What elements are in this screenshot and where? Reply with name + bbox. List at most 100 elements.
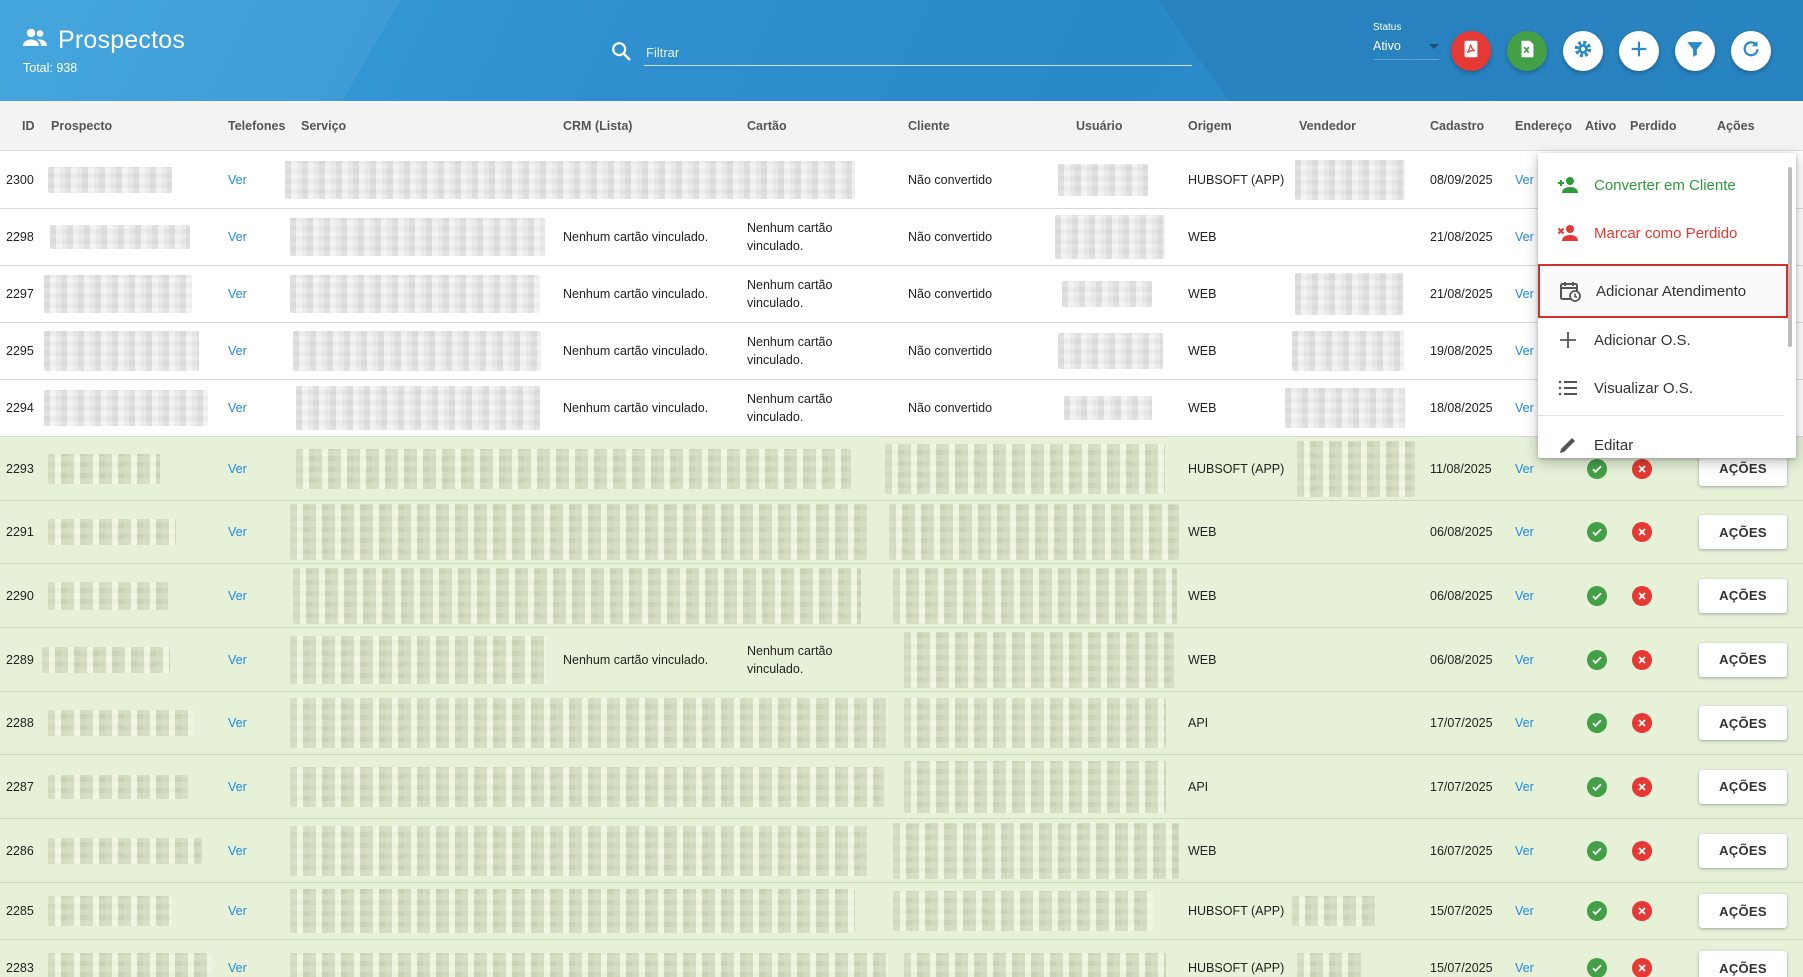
table-row[interactable]: 2295 Ver Nenhum cartão vinculado. Nenhum…: [0, 323, 1803, 380]
address-link[interactable]: Ver: [1515, 961, 1534, 975]
export-excel-button[interactable]: [1507, 31, 1547, 71]
actions-button[interactable]: AÇÕES: [1699, 833, 1787, 868]
add-button[interactable]: [1619, 31, 1659, 71]
phones-link[interactable]: Ver: [228, 230, 247, 244]
col-usuario[interactable]: Usuário: [1076, 119, 1123, 133]
table-row[interactable]: 2294 Ver Nenhum cartão vinculado. Nenhum…: [0, 380, 1803, 437]
table-row[interactable]: 2291 Ver WEB 06/08/2025 Ver AÇÕES: [0, 501, 1803, 564]
address-link[interactable]: Ver: [1515, 401, 1534, 415]
menu-item-add-os[interactable]: Adicionar O.S.: [1538, 316, 1784, 364]
col-cliente[interactable]: Cliente: [908, 119, 950, 133]
address-link[interactable]: Ver: [1515, 844, 1534, 858]
check-circle-icon[interactable]: [1587, 958, 1607, 977]
phones-link[interactable]: Ver: [228, 287, 247, 301]
phones-link[interactable]: Ver: [228, 904, 247, 918]
col-endereco[interactable]: Endereço: [1515, 119, 1572, 133]
settings-button[interactable]: [1563, 31, 1603, 71]
address-link[interactable]: Ver: [1515, 653, 1534, 667]
cancel-circle-icon[interactable]: [1632, 776, 1652, 797]
menu-scrollbar[interactable]: [1788, 167, 1792, 347]
menu-item-view-os[interactable]: Visualizar O.S.: [1538, 364, 1784, 412]
cancel-circle-icon[interactable]: [1632, 713, 1652, 733]
table-row[interactable]: 2290 Ver WEB 06/08/2025 Ver AÇÕES: [0, 564, 1803, 628]
phones-link[interactable]: Ver: [228, 589, 247, 603]
phones-link[interactable]: Ver: [228, 344, 247, 358]
check-circle-icon[interactable]: [1587, 458, 1607, 479]
address-link[interactable]: Ver: [1515, 462, 1534, 476]
address-link[interactable]: Ver: [1515, 589, 1534, 603]
col-servico[interactable]: Serviço: [301, 119, 346, 133]
col-ativo[interactable]: Ativo: [1585, 119, 1616, 133]
col-prospecto[interactable]: Prospecto: [51, 119, 112, 133]
table-row[interactable]: 2297 Ver Nenhum cartão vinculado. Nenhum…: [0, 266, 1803, 323]
phones-link[interactable]: Ver: [228, 462, 247, 476]
menu-item-add-atendimento[interactable]: Adicionar Atendimento: [1538, 264, 1788, 318]
col-cartao[interactable]: Cartão: [747, 119, 787, 133]
actions-button[interactable]: AÇÕES: [1699, 515, 1787, 549]
cancel-circle-icon[interactable]: [1632, 522, 1652, 542]
table-row[interactable]: 2288 Ver API 17/07/2025 Ver AÇÕES: [0, 692, 1803, 755]
table-row[interactable]: 2293 Ver HUBSOFT (APP) 11/08/2025 Ver AÇ…: [0, 437, 1803, 501]
status-select[interactable]: Status Ativo: [1373, 22, 1439, 60]
col-crm[interactable]: CRM (Lista): [563, 119, 632, 133]
cancel-circle-icon[interactable]: [1632, 458, 1652, 479]
address-link[interactable]: Ver: [1515, 344, 1534, 358]
check-circle-icon[interactable]: [1587, 713, 1607, 733]
phones-link[interactable]: Ver: [228, 780, 247, 794]
check-circle-icon[interactable]: [1587, 649, 1607, 670]
col-perdido[interactable]: Perdido: [1630, 119, 1677, 133]
phones-link[interactable]: Ver: [228, 961, 247, 975]
phones-link[interactable]: Ver: [228, 401, 247, 415]
redacted-prospecto: [48, 453, 160, 484]
col-acoes[interactable]: Ações: [1717, 119, 1755, 133]
col-origem[interactable]: Origem: [1188, 119, 1232, 133]
cancel-circle-icon[interactable]: [1632, 840, 1652, 861]
table-row[interactable]: 2285 Ver HUBSOFT (APP) 15/07/2025 Ver AÇ…: [0, 883, 1803, 940]
phones-link[interactable]: Ver: [228, 844, 247, 858]
check-circle-icon[interactable]: [1587, 522, 1607, 542]
col-id[interactable]: ID: [22, 119, 35, 133]
col-cadastro[interactable]: Cadastro: [1430, 119, 1484, 133]
address-link[interactable]: Ver: [1515, 780, 1534, 794]
actions-button[interactable]: AÇÕES: [1699, 951, 1787, 977]
menu-item-convert-client[interactable]: Converter em Cliente: [1538, 161, 1784, 209]
table-row[interactable]: 2286 Ver WEB 16/07/2025 Ver AÇÕES: [0, 819, 1803, 883]
address-link[interactable]: Ver: [1515, 230, 1534, 244]
menu-item-edit[interactable]: Editar: [1538, 421, 1784, 458]
actions-button[interactable]: AÇÕES: [1699, 642, 1787, 677]
export-pdf-button[interactable]: [1451, 31, 1491, 71]
phones-link[interactable]: Ver: [228, 653, 247, 667]
filter-button[interactable]: [1675, 31, 1715, 71]
refresh-button[interactable]: [1731, 31, 1771, 71]
actions-button[interactable]: AÇÕES: [1699, 578, 1787, 613]
actions-button[interactable]: AÇÕES: [1699, 706, 1787, 740]
table-row[interactable]: 2287 Ver API 17/07/2025 Ver AÇÕES: [0, 755, 1803, 819]
actions-button[interactable]: AÇÕES: [1699, 769, 1787, 804]
col-vendedor[interactable]: Vendedor: [1299, 119, 1356, 133]
cancel-circle-icon[interactable]: [1632, 901, 1652, 921]
table-row[interactable]: 2300 Ver Não convertido HUBSOFT (APP) 08…: [0, 151, 1803, 209]
menu-item-mark-lost[interactable]: Marcar como Perdido: [1538, 209, 1784, 257]
check-circle-icon[interactable]: [1587, 585, 1607, 606]
address-link[interactable]: Ver: [1515, 287, 1534, 301]
actions-button[interactable]: AÇÕES: [1699, 894, 1787, 928]
cancel-circle-icon[interactable]: [1632, 649, 1652, 670]
check-circle-icon[interactable]: [1587, 901, 1607, 921]
address-link[interactable]: Ver: [1515, 716, 1534, 730]
address-link[interactable]: Ver: [1515, 525, 1534, 539]
cancel-circle-icon[interactable]: [1632, 585, 1652, 606]
address-link[interactable]: Ver: [1515, 904, 1534, 918]
phones-link[interactable]: Ver: [228, 716, 247, 730]
table-row[interactable]: 2283 Ver HUBSOFT (APP) 15/07/2025 Ver AÇ…: [0, 940, 1803, 977]
check-circle-icon[interactable]: [1587, 840, 1607, 861]
cancel-circle-icon[interactable]: [1632, 958, 1652, 977]
table-row[interactable]: 2289 Ver Nenhum cartão vinculado. Nenhum…: [0, 628, 1803, 692]
table-row[interactable]: 2298 Ver Nenhum cartão vinculado. Nenhum…: [0, 209, 1803, 266]
phones-link[interactable]: Ver: [228, 525, 247, 539]
phones-link[interactable]: Ver: [228, 173, 247, 187]
search-input[interactable]: [644, 40, 1192, 66]
address-link[interactable]: Ver: [1515, 173, 1534, 187]
col-telefones[interactable]: Telefones: [228, 119, 285, 133]
cell-origem: API: [1188, 716, 1209, 730]
check-circle-icon[interactable]: [1587, 776, 1607, 797]
